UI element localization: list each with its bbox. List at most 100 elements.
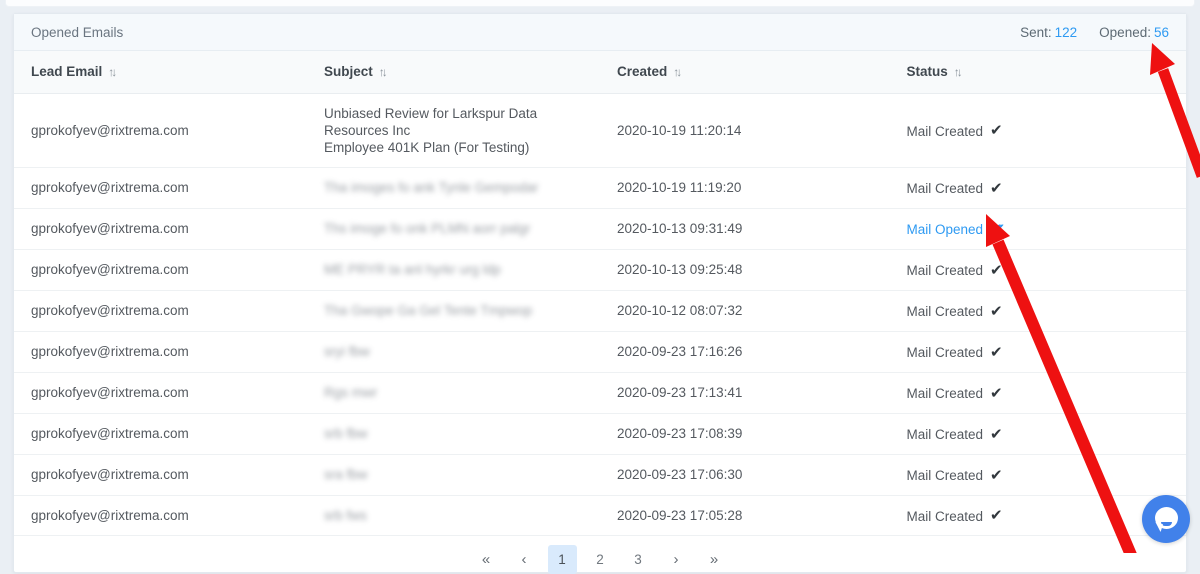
sent-count-link[interactable]: 122 (1055, 25, 1078, 40)
subject-cell: Unbiased Review for Larkspur Data Resour… (307, 94, 600, 168)
column-header-lead-email[interactable]: Lead Email↑↓ (14, 51, 307, 94)
sort-icon[interactable]: ↑↓ (673, 65, 679, 79)
check-icon: ✔ (990, 507, 1003, 524)
status-label: Mail Created (906, 468, 983, 483)
created-cell: 2020-09-23 17:08:39 (600, 413, 889, 454)
table-header-row: Lead Email↑↓ Subject↑↓ Created↑↓ Status↑… (14, 51, 1186, 94)
status-cell: Mail Created ✔ (889, 413, 1186, 454)
lead-email-cell: gprokofyev@rixtrema.com (14, 249, 307, 290)
status-cell: Mail Opened✔✔ (889, 208, 1186, 249)
table-row: gprokofyev@rixtrema.com Ths imoge fo onk… (14, 208, 1186, 249)
table-row: gprokofyev@rixtrema.com sra fbw 2020-09-… (14, 454, 1186, 495)
column-header-subject[interactable]: Subject↑↓ (307, 51, 600, 94)
table-row: gprokofyev@rixtrema.com Unbiased Review … (14, 94, 1186, 168)
table-row: gprokofyev@rixtrema.com srb fws 2020-09-… (14, 495, 1186, 536)
status-label: Mail Created (906, 386, 983, 401)
status-label: Mail Created (906, 304, 983, 319)
status-label: Mail Created (906, 508, 983, 523)
card-header: Opened Emails Sent:122 Opened:56 (14, 14, 1186, 51)
card-title: Opened Emails (31, 25, 123, 40)
check-icon: ✔ (990, 180, 1003, 197)
sent-label: Sent: (1020, 25, 1052, 40)
opened-count-link[interactable]: 56 (1154, 25, 1169, 40)
lead-email-cell: gprokofyev@rixtrema.com (14, 208, 307, 249)
check-icon: ✔ (990, 122, 1003, 139)
opened-label: Opened: (1099, 25, 1151, 40)
lead-email-cell: gprokofyev@rixtrema.com (14, 331, 307, 372)
page-2-button[interactable]: 2 (586, 545, 615, 574)
created-cell: 2020-10-19 11:20:14 (600, 94, 889, 168)
lead-email-cell: gprokofyev@rixtrema.com (14, 454, 307, 495)
page-first-button[interactable]: « (472, 545, 501, 574)
status-label: Mail Created (906, 345, 983, 360)
status-label: Mail Created (906, 427, 983, 442)
created-cell: 2020-10-19 11:19:20 (600, 168, 889, 209)
status-label[interactable]: Mail Opened (906, 222, 983, 237)
page-1-button[interactable]: 1 (548, 545, 577, 574)
sort-icon[interactable]: ↑↓ (954, 65, 960, 79)
sent-stat: Sent:122 (1020, 25, 1077, 40)
table-row: gprokofyev@rixtrema.com ME PRYR ta anl h… (14, 249, 1186, 290)
created-cell: 2020-10-12 08:07:32 (600, 290, 889, 331)
subject-cell: Rgs mwr (307, 372, 600, 413)
opened-emails-card: Opened Emails Sent:122 Opened:56 Lead Em… (13, 13, 1187, 573)
check-icon: ✔ (990, 344, 1003, 361)
check-icon: ✔ (990, 426, 1003, 443)
created-cell: 2020-10-13 09:31:49 (600, 208, 889, 249)
check-icon: ✔ (990, 303, 1003, 320)
page-last-button[interactable]: » (700, 545, 729, 574)
sort-icon[interactable]: ↑↓ (379, 65, 385, 79)
status-cell: Mail Created ✔ (889, 290, 1186, 331)
created-cell: 2020-09-23 17:05:28 (600, 495, 889, 536)
subject-cell: Ths imoge fo onk PLMN aorr palgr (307, 208, 600, 249)
status-label: Mail Created (906, 263, 983, 278)
column-header-created[interactable]: Created↑↓ (600, 51, 889, 94)
lead-email-cell: gprokofyev@rixtrema.com (14, 94, 307, 168)
subject-cell: srb fbw (307, 413, 600, 454)
created-cell: 2020-09-23 17:16:26 (600, 331, 889, 372)
subject-cell: sra fbw (307, 454, 600, 495)
page-prev-button[interactable]: ‹ (510, 545, 539, 574)
lead-email-cell: gprokofyev@rixtrema.com (14, 495, 307, 536)
table-body: gprokofyev@rixtrema.com Unbiased Review … (14, 94, 1186, 536)
sort-icon[interactable]: ↑↓ (108, 65, 114, 79)
page-3-button[interactable]: 3 (624, 545, 653, 574)
opened-emails-table: Lead Email↑↓ Subject↑↓ Created↑↓ Status↑… (14, 51, 1186, 536)
lead-email-cell: gprokofyev@rixtrema.com (14, 413, 307, 454)
subject-cell: Tha imoges fo ank Tynle Gempodar (307, 168, 600, 209)
created-cell: 2020-09-23 17:13:41 (600, 372, 889, 413)
lead-email-cell: gprokofyev@rixtrema.com (14, 290, 307, 331)
status-cell: Mail Created ✔ (889, 168, 1186, 209)
table-row: gprokofyev@rixtrema.com sryi fbw 2020-09… (14, 331, 1186, 372)
status-cell: Mail Created ✔ (889, 331, 1186, 372)
created-cell: 2020-09-23 17:06:30 (600, 454, 889, 495)
status-cell: Mail Created ✔ (889, 94, 1186, 168)
page-next-button[interactable]: › (662, 545, 691, 574)
created-cell: 2020-10-13 09:25:48 (600, 249, 889, 290)
email-stats: Sent:122 Opened:56 (1020, 25, 1169, 40)
table-row: gprokofyev@rixtrema.com Rgs mwr 2020-09-… (14, 372, 1186, 413)
chat-bubble-icon (1155, 507, 1178, 529)
table-row: gprokofyev@rixtrema.com Tha Gwope Ga Gel… (14, 290, 1186, 331)
lead-email-cell: gprokofyev@rixtrema.com (14, 168, 307, 209)
status-cell: Mail Created ✔ (889, 454, 1186, 495)
double-check-icon: ✔ (993, 221, 1006, 238)
pagination: « ‹ 123 › » (14, 545, 1186, 574)
table-row: gprokofyev@rixtrema.com Tha imoges fo an… (14, 168, 1186, 209)
subject-cell: ME PRYR ta anl hyrkr urg ldp (307, 249, 600, 290)
status-cell: Mail Created ✔ (889, 372, 1186, 413)
status-label: Mail Created (906, 123, 983, 138)
check-icon: ✔ (990, 262, 1003, 279)
chat-widget-button[interactable] (1142, 495, 1190, 543)
status-cell: Mail Created ✔ (889, 249, 1186, 290)
column-header-status[interactable]: Status↑↓ (889, 51, 1186, 94)
table-row: gprokofyev@rixtrema.com srb fbw 2020-09-… (14, 413, 1186, 454)
subject-cell: srb fws (307, 495, 600, 536)
check-icon: ✔ (990, 385, 1003, 402)
status-label: Mail Created (906, 181, 983, 196)
top-card-edge (5, 0, 1195, 7)
check-icon: ✔ (990, 467, 1003, 484)
subject-cell: Tha Gwope Ga Gel Tente Tmpwop (307, 290, 600, 331)
subject-cell: sryi fbw (307, 331, 600, 372)
lead-email-cell: gprokofyev@rixtrema.com (14, 372, 307, 413)
